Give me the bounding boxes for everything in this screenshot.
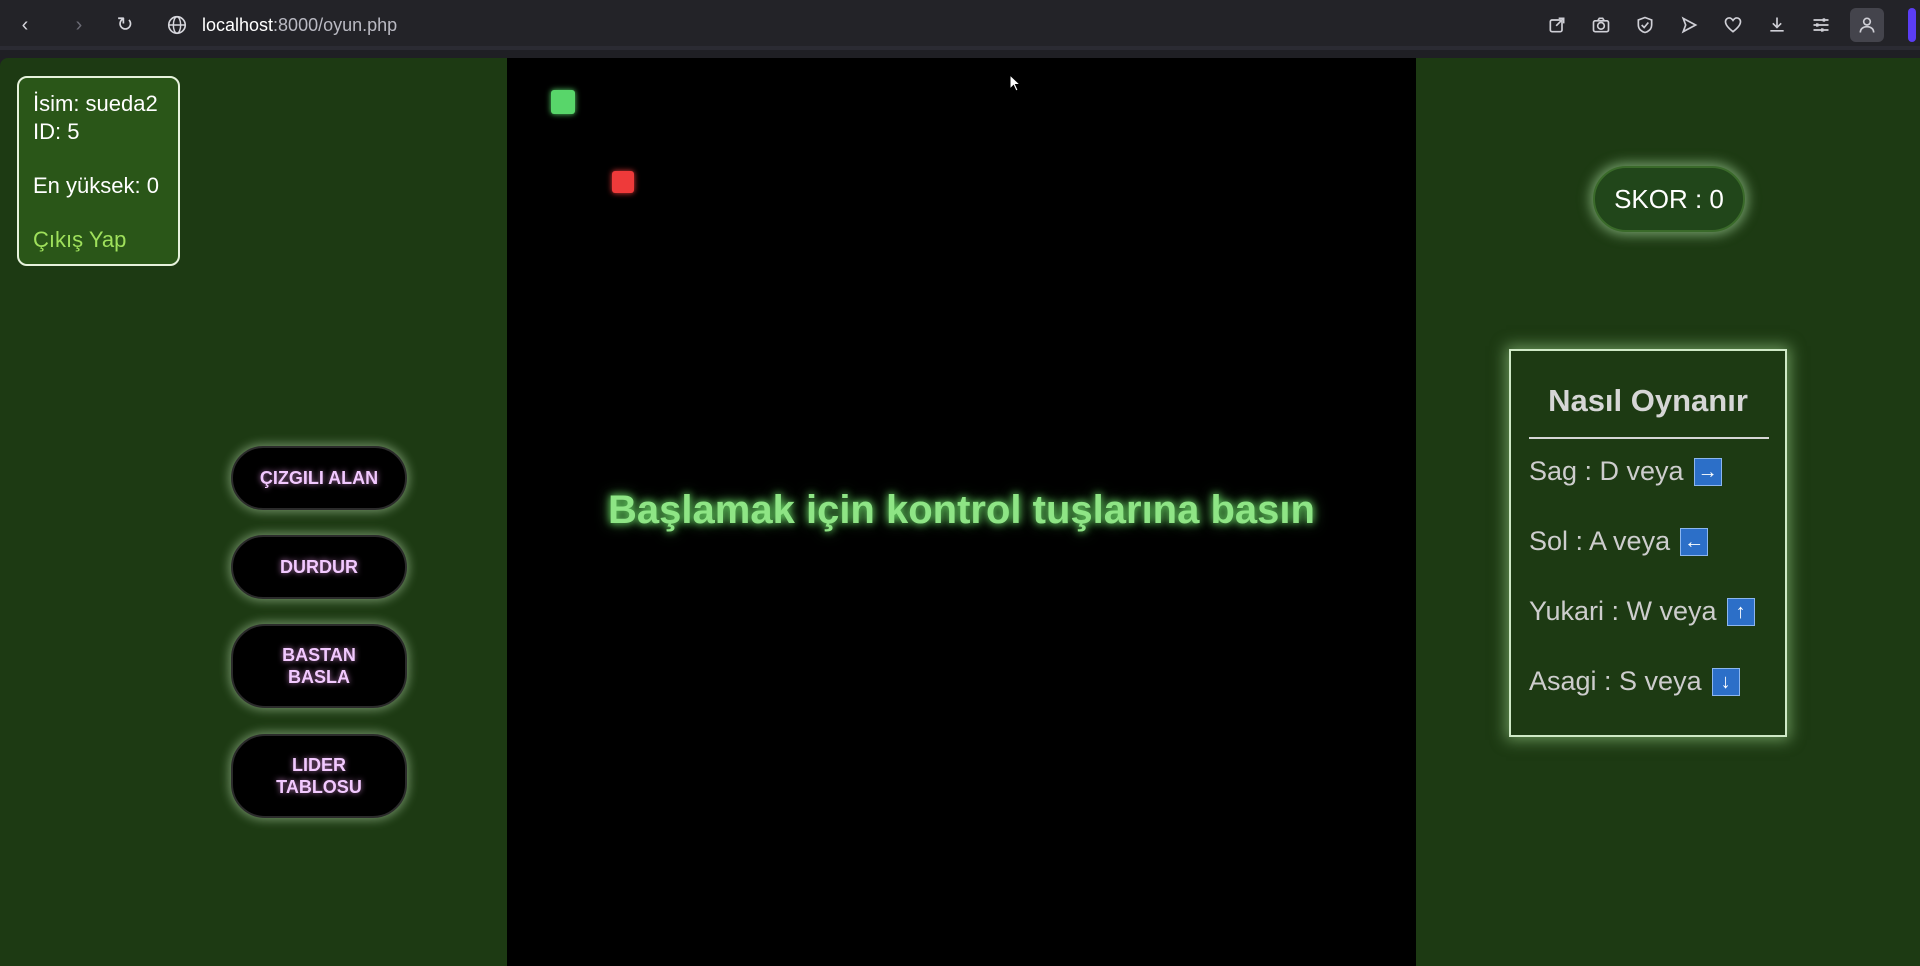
mouse-cursor-icon (1009, 74, 1021, 92)
food-item (612, 171, 634, 193)
pause-label: DURDUR (280, 557, 358, 577)
score-display: SKOR : 0 (1593, 166, 1745, 232)
pause-button[interactable]: DURDUR (231, 535, 407, 599)
control-left-text: Sol : A veya (1529, 526, 1671, 556)
striped-field-label: ÇIZGILI ALAN (259, 468, 379, 488)
left-panel: İsim: sueda2 ID: 5 En yüksek: 0 Çıkış Ya… (0, 58, 507, 966)
forward-button[interactable]: › (66, 12, 92, 38)
user-name: İsim: sueda2 (33, 91, 158, 116)
divider (1529, 437, 1769, 439)
how-to-play-panel: Nasıl Oynanır Sag : D veya → Sol : A vey… (1509, 349, 1787, 737)
url-path: :8000/oyun.php (273, 14, 398, 35)
share-icon[interactable] (1542, 10, 1572, 40)
back-button[interactable]: ‹ (12, 12, 38, 38)
control-down-text: Asagi : S veya (1529, 666, 1702, 696)
user-card: İsim: sueda2 ID: 5 En yüksek: 0 Çıkış Ya… (17, 76, 180, 266)
control-up-text: Yukari : W veya (1529, 596, 1717, 626)
arrow-left-icon: ← (1680, 527, 1709, 556)
settings-sliders-icon[interactable] (1806, 10, 1836, 40)
restart-label-line1: BASTAN (282, 645, 356, 665)
arrow-right-icon: → (1693, 457, 1722, 486)
toolbar-icons (1542, 8, 1884, 42)
heart-icon[interactable] (1718, 10, 1748, 40)
control-right-text: Sag : D veya (1529, 456, 1684, 486)
control-down: Asagi : S veya ↓ (1529, 666, 1740, 697)
sidebar-accent (1908, 8, 1916, 42)
control-right: Sag : D veya → (1529, 456, 1722, 487)
page: İsim: sueda2 ID: 5 En yüksek: 0 Çıkış Ya… (0, 54, 1920, 966)
control-up: Yukari : W veya ↑ (1529, 596, 1755, 627)
reload-button[interactable]: ↻ (112, 12, 138, 38)
browser-toolbar: ‹ › ↻ localhost:8000/oyun.php (0, 0, 1920, 50)
globe-icon (167, 15, 187, 35)
snake-head (551, 90, 575, 114)
right-panel: SKOR : 0 Nasıl Oynanır Sag : D veya → So… (1416, 58, 1920, 966)
arrow-down-icon: ↓ (1711, 667, 1740, 696)
striped-field-button[interactable]: ÇIZGILI ALAN (231, 446, 407, 510)
user-highscore: En yüksek: 0 (33, 173, 159, 198)
leaderboard-button[interactable]: LIDER TABLOSU (231, 734, 407, 818)
user-id: ID: 5 (33, 119, 80, 144)
game-canvas[interactable]: Başlamak için kontrol tuşlarına basın (507, 58, 1416, 966)
url-host: localhost (202, 14, 274, 35)
how-to-play-title: Nasıl Oynanır (1548, 383, 1748, 418)
arrow-up-icon: ↑ (1726, 597, 1755, 626)
address-bar[interactable]: localhost:8000/oyun.php (167, 12, 398, 38)
leaderboard-label-line1: LIDER (292, 755, 346, 775)
camera-icon[interactable] (1586, 10, 1616, 40)
shield-icon[interactable] (1630, 10, 1660, 40)
control-left: Sol : A veya ← (1529, 526, 1709, 557)
restart-button[interactable]: BASTAN BASLA (231, 624, 407, 708)
profile-icon[interactable] (1850, 8, 1884, 42)
leaderboard-label-line2: TABLOSU (276, 777, 362, 797)
logout-link[interactable]: Çıkış Yap (33, 226, 178, 254)
send-icon[interactable] (1674, 10, 1704, 40)
start-message: Başlamak için kontrol tuşlarına basın (608, 488, 1315, 532)
download-icon[interactable] (1762, 10, 1792, 40)
restart-label-line2: BASLA (288, 667, 350, 687)
